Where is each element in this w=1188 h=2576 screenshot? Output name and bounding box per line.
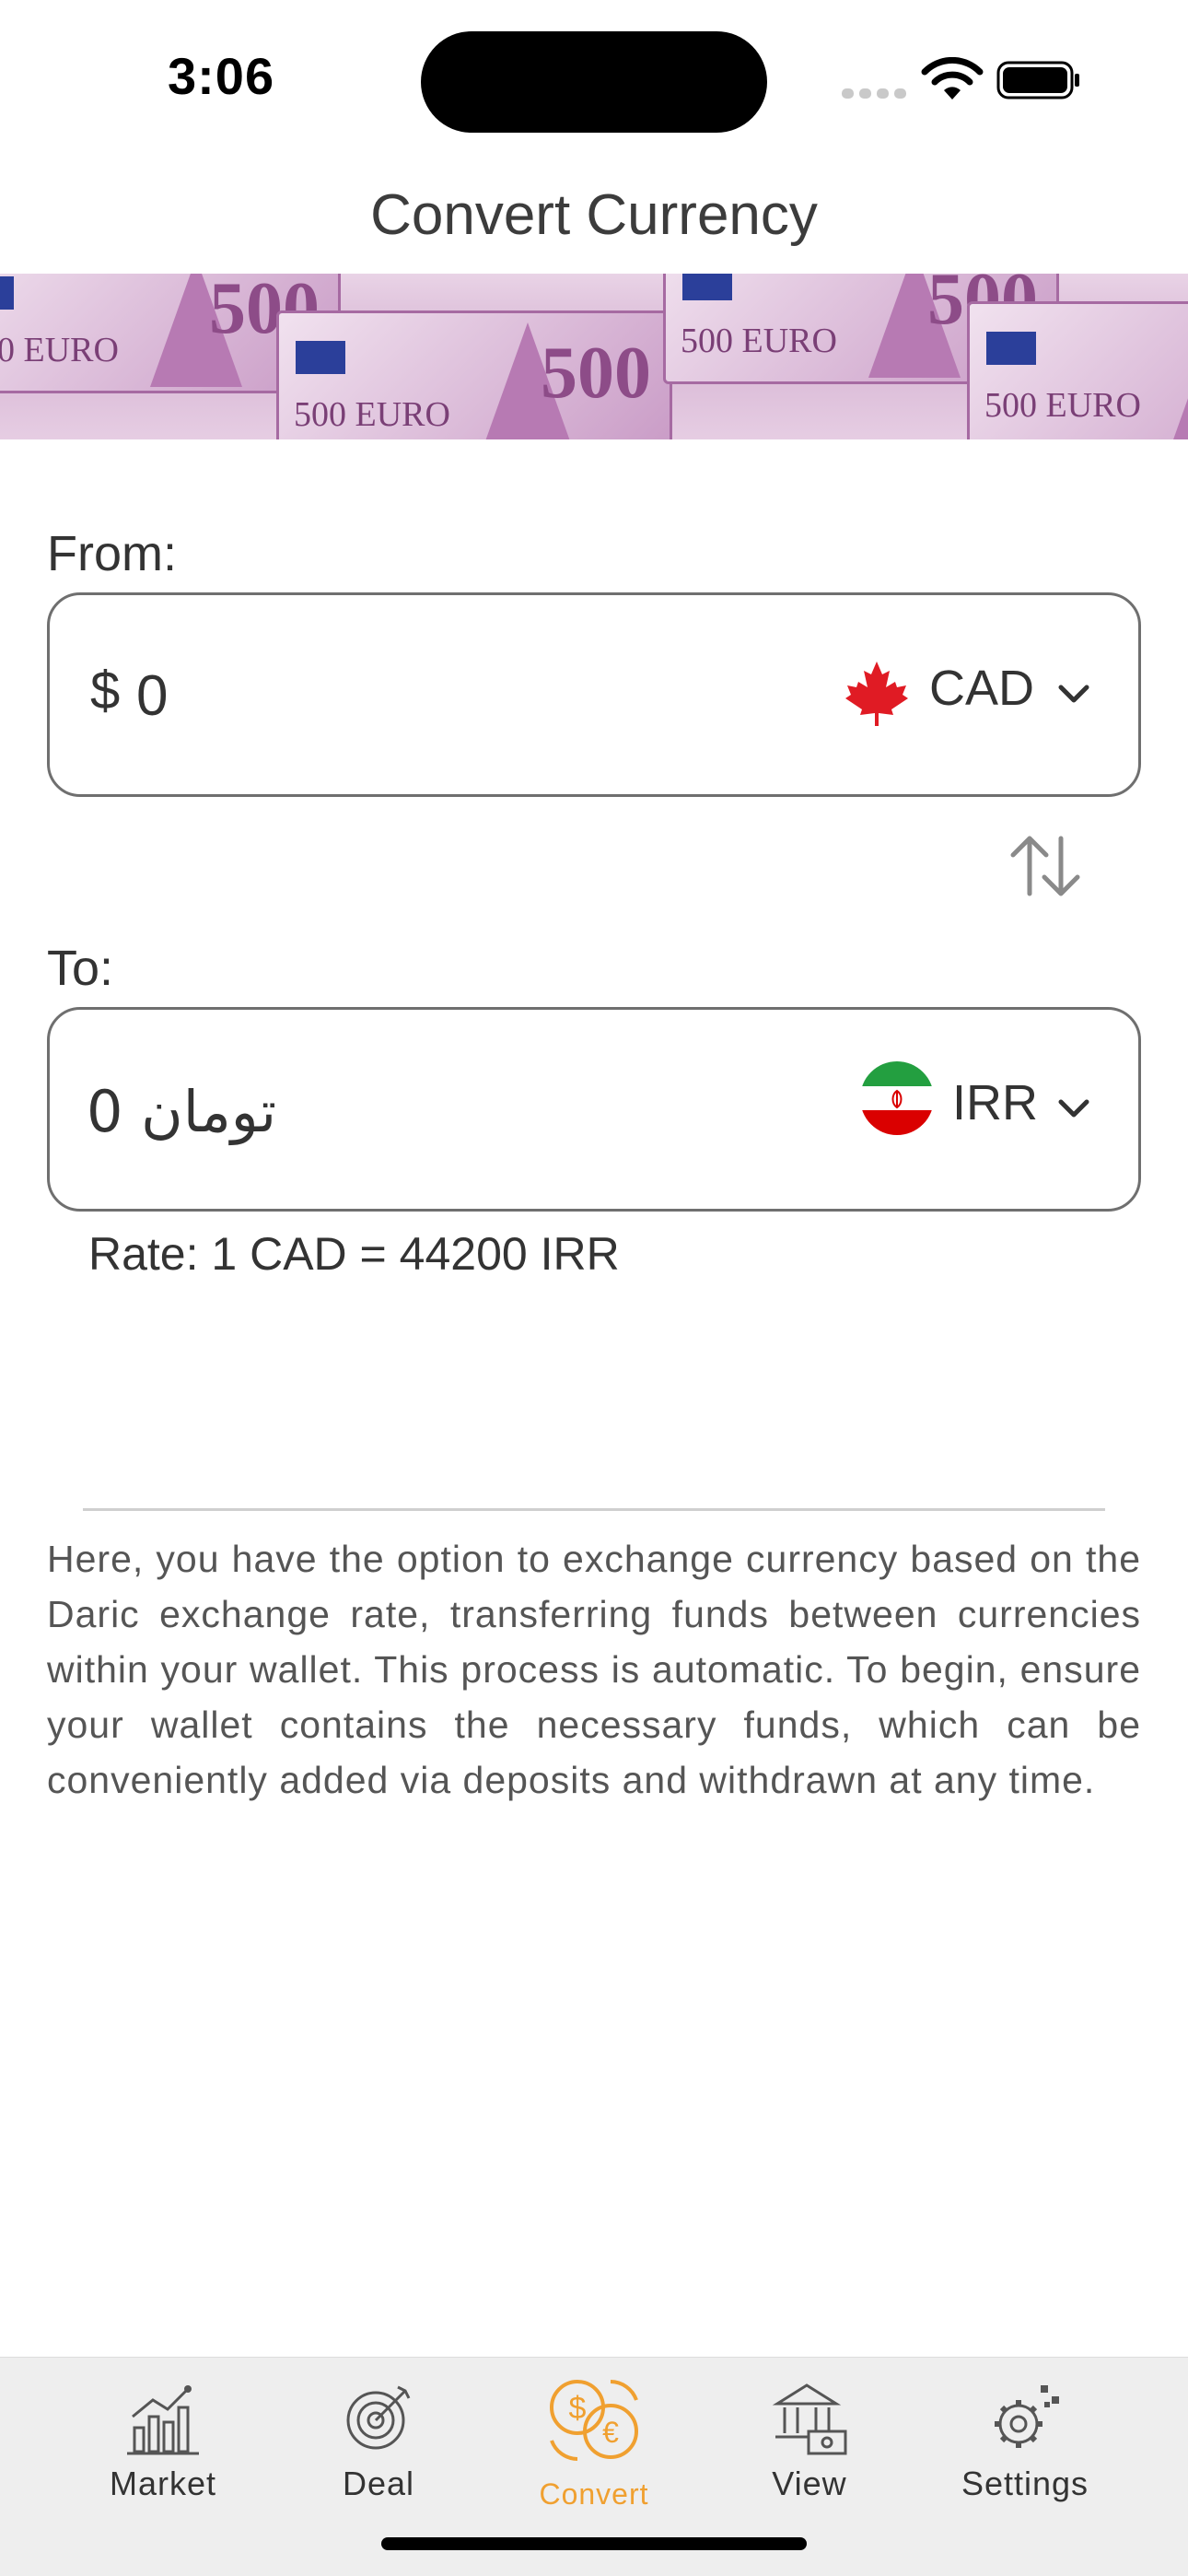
swap-arrows-icon[interactable]: [1006, 833, 1085, 899]
to-amount-field[interactable]: 0 تومان IRR: [47, 1007, 1141, 1212]
chart-icon: [127, 2385, 199, 2455]
tab-market[interactable]: Market: [71, 2376, 255, 2523]
svg-text:$: $: [569, 2391, 587, 2426]
currency-symbol: $: [90, 661, 121, 720]
dynamic-island: [421, 31, 767, 133]
target-icon: [346, 2385, 411, 2450]
cellular-signal-icon: [842, 85, 912, 102]
svg-text:€: €: [602, 2416, 619, 2449]
from-amount-field[interactable]: $ 0 CAD: [47, 592, 1141, 797]
currency-exchange-icon: $ €: [550, 2380, 638, 2461]
from-label: From:: [47, 526, 177, 581]
status-time: 3:06: [168, 47, 275, 105]
from-amount-input[interactable]: 0: [136, 663, 168, 729]
divider: [83, 1508, 1105, 1511]
tab-deal[interactable]: Deal: [286, 2376, 471, 2523]
tab-view[interactable]: View: [717, 2376, 902, 2523]
to-currency-code[interactable]: IRR: [952, 1074, 1038, 1131]
home-indicator: [381, 2537, 807, 2550]
euro-banner-image: 500 500 EURO 500 500 EURO 500 500 EURO 5…: [0, 274, 1188, 439]
chevron-down-icon[interactable]: [1055, 1091, 1092, 1128]
convert-currency-screen: 3:06 Convert Currency 500 500 EURO 500 5…: [0, 0, 1188, 2576]
page-title: Convert Currency: [370, 183, 818, 247]
bank-icon: [772, 2383, 847, 2455]
iran-flag-icon: [860, 1061, 934, 1135]
battery-icon: [996, 61, 1079, 100]
to-amount-output: 0 تومان: [87, 1078, 277, 1145]
description-text: Here, you have the option to exchange cu…: [47, 1538, 1141, 1801]
banknote: 500 500 EURO: [276, 310, 672, 439]
chevron-down-icon[interactable]: [1055, 676, 1092, 713]
gear-icon: [995, 2385, 1059, 2448]
to-label: To:: [47, 941, 114, 996]
tab-convert[interactable]: $ € Convert: [502, 2376, 686, 2523]
from-currency-code[interactable]: CAD: [929, 660, 1034, 717]
exchange-rate-text: Rate: 1 CAD = 44200 IRR: [88, 1228, 620, 1280]
banknote: 500 500 EURO: [967, 301, 1188, 439]
wifi-icon: [921, 57, 984, 100]
tab-settings[interactable]: Settings: [933, 2376, 1117, 2523]
canada-flag-icon: [845, 662, 908, 726]
